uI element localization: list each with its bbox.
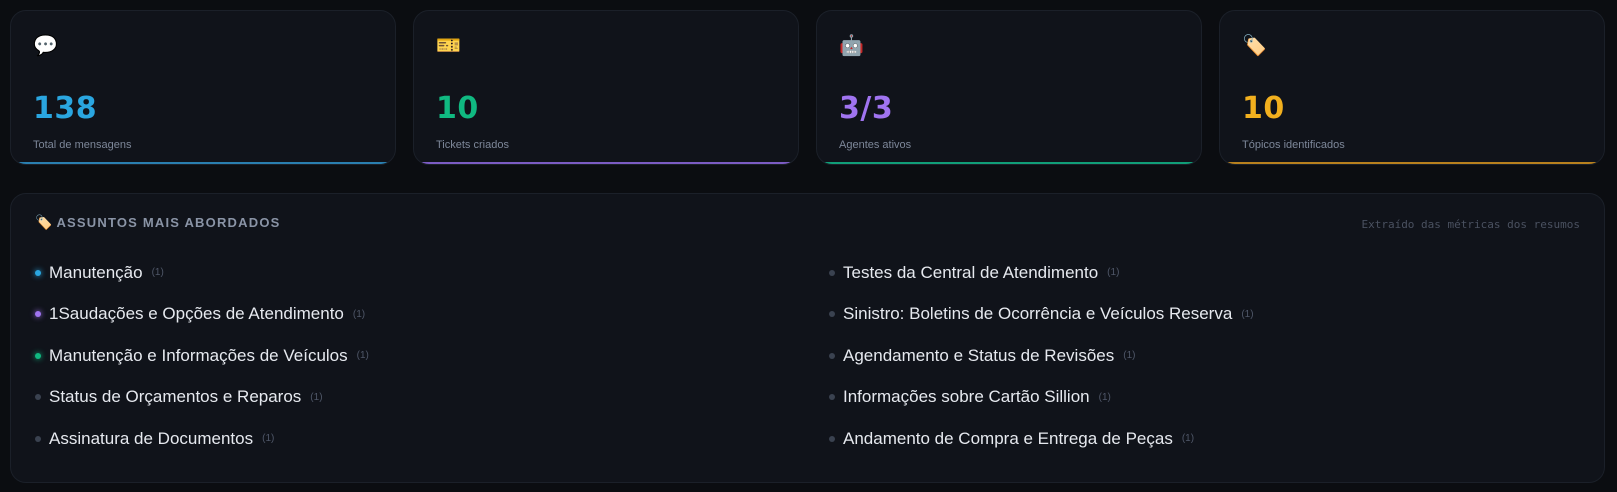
topic-count: (1) [1181,433,1195,445]
topic-label: Sinistro: Boletins de Ocorrência e Veícu… [843,304,1233,324]
topic-item: Informações sobre Cartão Sillion (1) [829,377,1254,419]
topic-item: Sinistro: Boletins de Ocorrência e Veícu… [829,294,1254,336]
accent-bar [414,162,798,164]
topic-count: (1) [151,267,164,279]
topic-item: 1Saudações e Opções de Atendimento (1) [35,294,369,336]
topic-label: Testes da Central de Atendimento [843,262,1099,282]
stats-row: 💬 138 Total de mensagens 🎫 10 Tickets cr… [10,10,1605,165]
topic-count: (1) [1107,267,1120,279]
topic-item: Assinatura de Documentos (1) [35,418,369,460]
topic-label: Agendamento e Status de Revisões [843,345,1115,365]
topic-count: (1) [262,433,275,445]
stat-card-agents: 🤖 3/3 Agentes ativos [816,10,1202,165]
topic-label: Manutenção [49,262,143,282]
stat-value: 10 [436,91,479,126]
stat-value: 138 [33,91,98,126]
topic-label: Informações sobre Cartão Sillion [843,387,1090,407]
stat-label: Tickets criados [436,139,509,151]
topics-header: 🏷️ ASSUNTOS MAIS ABORDADOS [35,215,281,230]
topic-item: Testes da Central de Atendimento (1) [829,252,1254,294]
stat-label: Tópicos identificados [1242,139,1345,151]
topic-count: (1) [356,350,369,362]
topic-label: Manutenção e Informações de Veículos [49,345,348,365]
topic-dot [829,435,835,442]
speech-bubble-icon: 💬 [33,33,58,57]
stat-card-messages: 💬 138 Total de mensagens [10,10,396,165]
stat-label: Agentes ativos [839,139,912,151]
topics-panel: 🏷️ ASSUNTOS MAIS ABORDADOS Extraído das … [10,193,1605,483]
topic-dot [35,435,41,442]
stat-label: Total de mensagens [33,139,132,151]
accent-bar [11,162,395,164]
topic-list-right: Testes da Central de Atendimento (1) Sini… [829,252,1254,460]
topic-list-left: Manutenção (1) 1Saudações e Opções de Ate… [35,252,369,460]
topic-item: Andamento de Compra e Entrega de Peças (1… [829,418,1254,460]
topic-dot [35,311,41,318]
topic-dot [35,352,41,359]
topic-count: (1) [310,391,323,403]
topics-source-note: Extraído das métricas dos resumos [1361,218,1580,231]
accent-bar [1220,162,1604,164]
topic-item: Manutenção (1) [35,252,369,294]
topic-dot [829,352,835,359]
topic-count: (1) [1123,350,1136,362]
topic-dot [829,311,835,318]
topics-title: ASSUNTOS MAIS ABORDADOS [56,215,281,230]
topic-item: Manutenção e Informações de Veículos (1) [35,335,369,377]
topic-label: Status de Orçamentos e Reparos [49,387,302,407]
stat-value: 3/3 [839,91,894,126]
topic-dot [35,394,41,401]
topic-item: Status de Orçamentos e Reparos (1) [35,377,369,419]
topic-count: (1) [352,308,366,320]
stat-card-tickets: 🎫 10 Tickets criados [413,10,799,165]
topic-dot [829,394,835,401]
tag-icon: 🏷️ [35,214,53,231]
topic-dot [829,269,835,276]
topic-count: (1) [1098,391,1111,403]
ticket-icon: 🎫 [436,33,461,57]
accent-bar [817,162,1201,164]
topic-label: 1Saudações e Opções de Atendimento [49,304,344,324]
tag-icon: 🏷️ [1242,33,1267,57]
topic-dot [35,269,41,276]
stat-card-topics: 🏷️ 10 Tópicos identificados [1219,10,1605,165]
topic-item: Agendamento e Status de Revisões (1) [829,335,1254,377]
topic-label: Andamento de Compra e Entrega de Peças [843,428,1173,448]
topic-count: (1) [1241,308,1254,320]
dashboard: 💬 138 Total de mensagens 🎫 10 Tickets cr… [0,0,1617,492]
topic-label: Assinatura de Documentos [49,428,254,448]
robot-icon: 🤖 [839,33,864,57]
stat-value: 10 [1242,91,1285,126]
